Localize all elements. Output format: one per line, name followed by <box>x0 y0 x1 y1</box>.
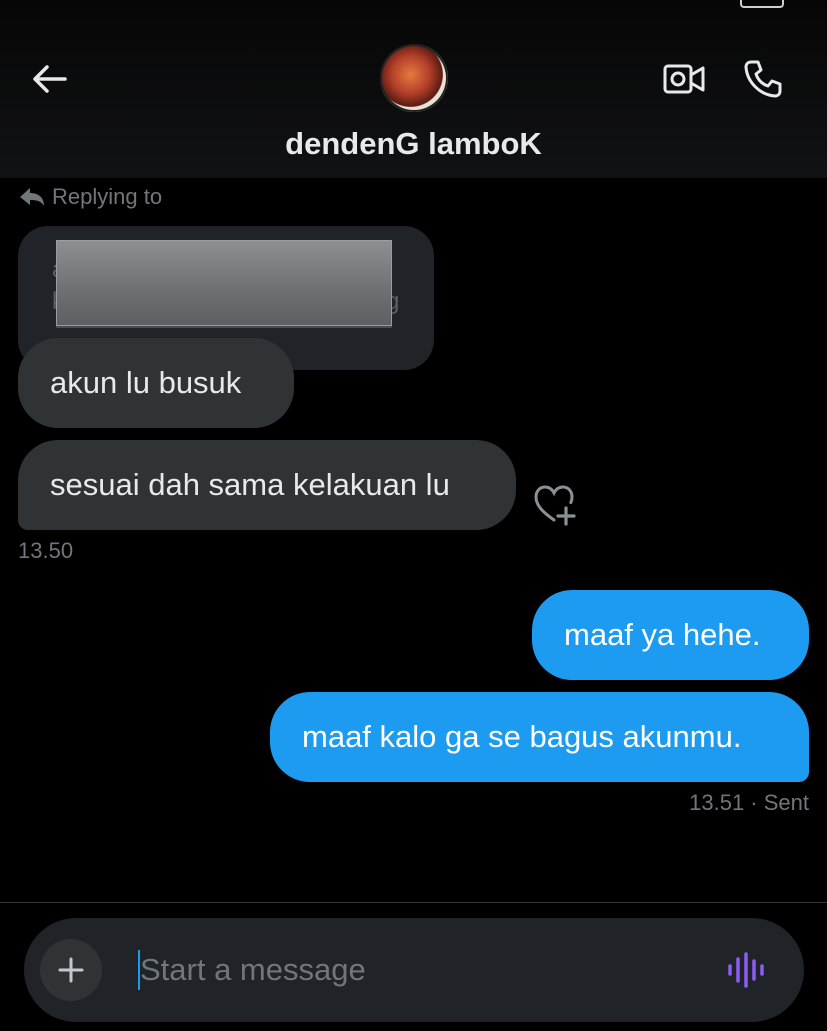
replying-to-label: Replying to <box>18 182 162 212</box>
message-text: akun lu busuk <box>50 365 242 400</box>
add-media-button[interactable] <box>40 939 102 1001</box>
message-text: maaf ya hehe. <box>564 617 761 652</box>
sent-message-bubble[interactable]: maaf kalo ga se bagus akunmu. <box>270 692 809 782</box>
add-reaction-button[interactable] <box>532 484 578 526</box>
message-composer <box>24 918 804 1022</box>
back-button[interactable] <box>28 58 70 100</box>
video-call-button[interactable] <box>660 58 708 100</box>
contact-avatar[interactable] <box>380 44 448 112</box>
battery-indicator-fragment <box>740 0 784 8</box>
back-arrow-icon <box>33 65 67 93</box>
redaction-overlay <box>56 240 392 326</box>
plus-icon <box>58 957 84 983</box>
received-message-bubble[interactable]: akun lu busuk <box>18 338 294 428</box>
message-input[interactable] <box>138 940 700 1000</box>
heart-plus-icon <box>534 485 576 526</box>
message-timestamp: 13.50 <box>18 538 74 563</box>
message-text: sesuai dah sama kelakuan lu <box>50 467 450 502</box>
reply-arrow-icon <box>20 188 44 206</box>
received-message-bubble[interactable]: sesuai dah sama kelakuan lu <box>18 440 516 530</box>
sent-message-bubble[interactable]: maaf ya hehe. <box>532 590 809 680</box>
voice-call-button[interactable] <box>740 56 786 102</box>
voice-waveform-icon <box>728 952 764 988</box>
sent-status: 13.51 · Sent <box>689 790 809 815</box>
voice-message-button[interactable] <box>724 950 770 990</box>
phone-icon <box>744 60 782 98</box>
message-text: maaf kalo ga se bagus akunmu. <box>302 719 742 754</box>
video-call-icon <box>663 64 705 94</box>
text-cursor <box>138 950 140 990</box>
conversation-header: dendenG lamboK <box>0 0 827 178</box>
contact-name[interactable]: dendenG lamboK <box>0 126 827 162</box>
composer-divider <box>0 902 827 903</box>
replying-to-text: Replying to <box>52 184 163 209</box>
